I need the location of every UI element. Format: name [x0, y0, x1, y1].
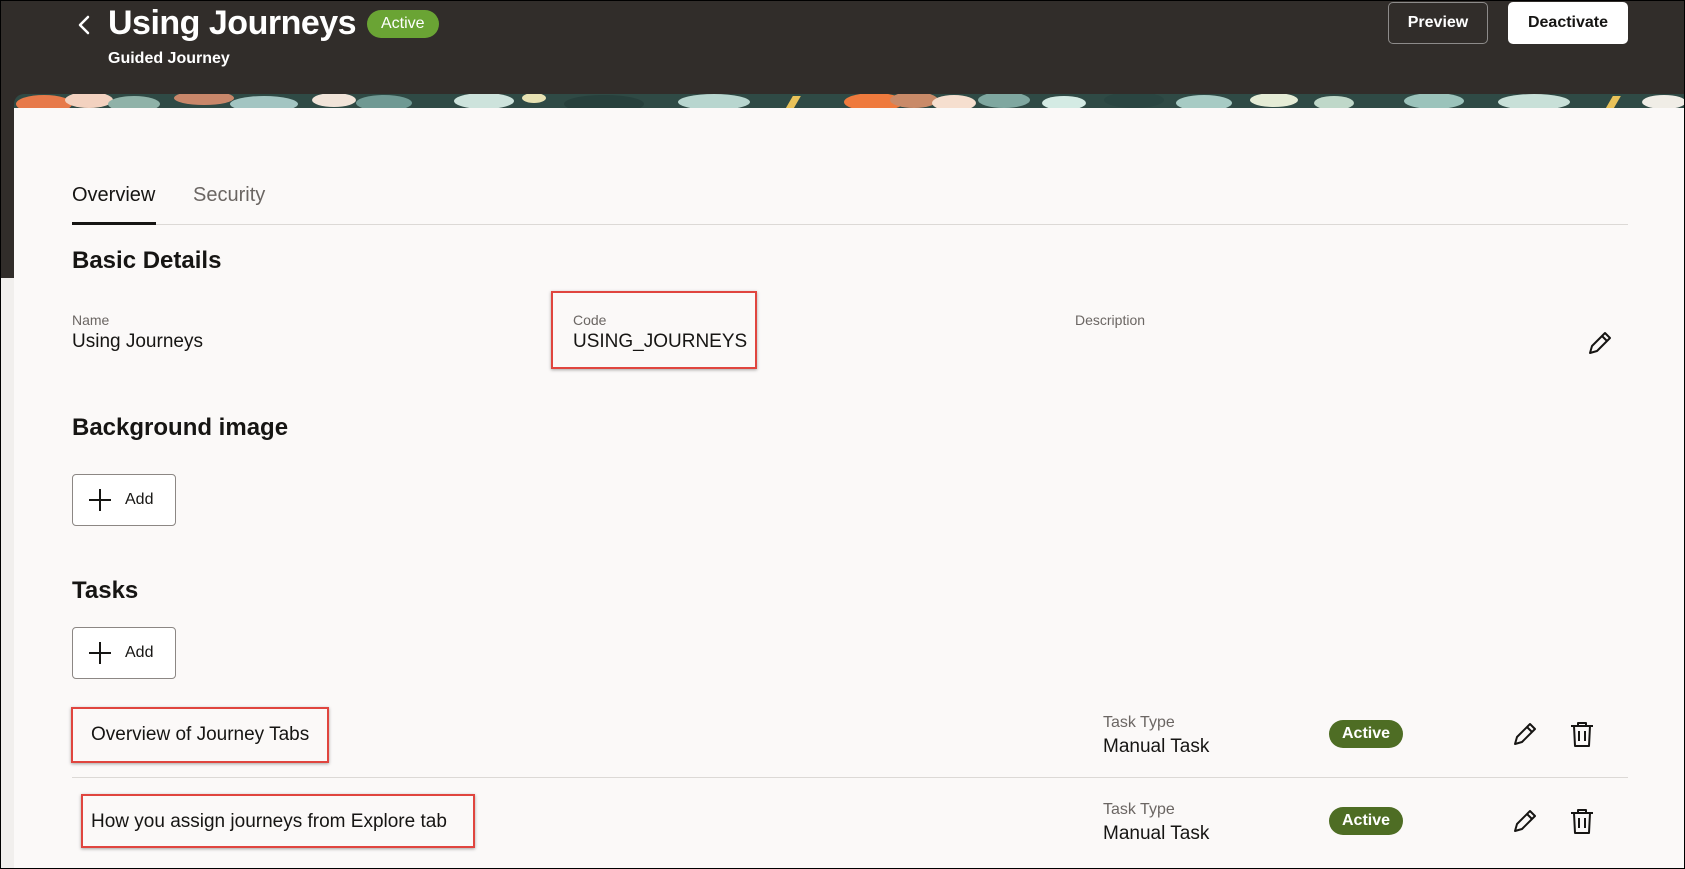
page-title: Using Journeys	[108, 4, 357, 42]
task-type-label: Task Type	[1103, 714, 1175, 731]
task-title[interactable]: How you assign journeys from Explore tab	[91, 811, 447, 833]
preview-button[interactable]: Preview	[1388, 2, 1488, 44]
plus-icon	[89, 489, 111, 511]
plus-icon	[89, 642, 111, 664]
header-side-band	[0, 118, 14, 278]
edit-task-pencil-icon[interactable]	[1510, 806, 1540, 836]
chevron-left-icon[interactable]	[70, 10, 100, 40]
add-task-button[interactable]: Add	[72, 627, 176, 679]
add-background-image-label: Add	[125, 491, 154, 508]
task-type-value: Manual Task	[1103, 823, 1210, 844]
deactivate-button[interactable]: Deactivate	[1508, 2, 1628, 44]
edit-task-pencil-icon[interactable]	[1510, 719, 1540, 749]
tab-bar: Overview Security	[72, 170, 1628, 225]
background-image-heading: Background image	[72, 414, 289, 441]
tab-overview[interactable]: Overview	[72, 184, 156, 225]
page-subtitle: Guided Journey	[108, 50, 230, 67]
tab-overview-label: Overview	[72, 184, 156, 206]
highlight-box-code	[551, 291, 757, 369]
tab-selected-indicator	[72, 222, 156, 225]
tab-security[interactable]: Security	[193, 184, 265, 207]
task-title[interactable]: Overview of Journey Tabs	[91, 724, 309, 746]
tasks-heading: Tasks	[72, 577, 139, 604]
delete-task-trash-icon[interactable]	[1567, 719, 1597, 749]
edit-details-pencil-icon[interactable]	[1585, 328, 1615, 358]
decorative-banner	[14, 94, 1685, 108]
code-label: Code	[573, 312, 607, 328]
task-status-badge: Active	[1329, 807, 1403, 835]
name-value: Using Journeys	[72, 331, 203, 352]
tab-security-label: Security	[193, 184, 266, 206]
add-background-image-button[interactable]: Add	[72, 474, 176, 526]
name-label: Name	[72, 312, 110, 328]
description-label: Description	[1075, 312, 1146, 328]
status-badge: Active	[367, 10, 439, 38]
basic-details-heading: Basic Details	[72, 247, 222, 274]
task-row-divider	[72, 777, 1628, 778]
add-task-label: Add	[125, 644, 154, 661]
task-type-value: Manual Task	[1103, 736, 1210, 757]
delete-task-trash-icon[interactable]	[1567, 806, 1597, 836]
code-value: USING_JOURNEYS	[573, 331, 748, 352]
task-type-label: Task Type	[1103, 801, 1175, 818]
task-status-badge: Active	[1329, 720, 1403, 748]
